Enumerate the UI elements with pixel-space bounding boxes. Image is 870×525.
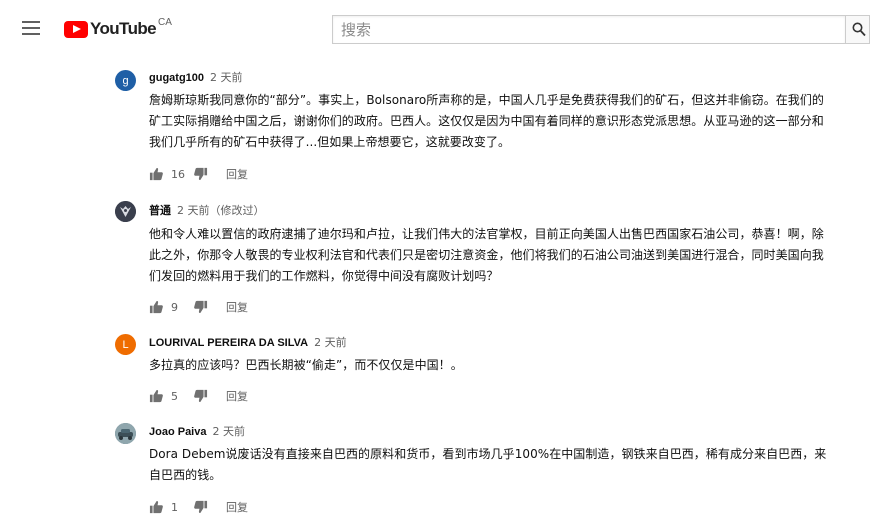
thumbs-up-icon[interactable] [149, 300, 164, 314]
like-count: 1 [171, 500, 178, 514]
comment-author[interactable]: 普通 [149, 205, 171, 217]
comment-text: 他和令人难以置信的政府逮捕了迪尔玛和卢拉，让我们伟大的法官掌权，目前正向美国人出… [149, 227, 824, 283]
top-bar: YouTube CA [0, 0, 870, 58]
avatar[interactable]: L [115, 334, 136, 355]
like-count: 9 [171, 300, 178, 314]
avatar[interactable]: g [115, 70, 136, 91]
avatar-emblem-icon [115, 201, 136, 222]
search-input[interactable] [332, 15, 845, 44]
comment-author[interactable]: Joao Paiva [149, 426, 206, 438]
youtube-logo[interactable]: YouTube CA [64, 18, 172, 40]
avatar[interactable] [115, 201, 136, 222]
reply-button[interactable]: 回复 [226, 388, 248, 404]
comment-time[interactable]: 2 天前 [212, 425, 245, 438]
reply-button[interactable]: 回复 [226, 166, 248, 182]
like-count: 5 [171, 389, 178, 403]
reply-button[interactable]: 回复 [226, 499, 248, 515]
avatar[interactable] [115, 423, 136, 444]
comment-time[interactable]: 2 天前（修改过） [177, 204, 265, 217]
logo-text: YouTube [90, 19, 157, 38]
search-bar [332, 15, 870, 44]
comment-time[interactable]: 2 天前 [210, 71, 243, 84]
thumbs-up-icon[interactable] [149, 500, 164, 514]
thumbs-down-icon[interactable] [193, 500, 208, 514]
hamburger-menu-icon[interactable] [22, 21, 40, 35]
like-count: 16 [171, 167, 185, 181]
comment-author[interactable]: gugatg100 [149, 72, 204, 84]
comment-author[interactable]: LOURIVAL PEREIRA DA SILVA [149, 337, 308, 349]
search-button[interactable] [845, 15, 870, 44]
thumbs-up-icon[interactable] [149, 167, 164, 181]
comment-text: 多拉真的应该吗？巴西长期被“偷走”，而不仅仅是中国！。 [149, 358, 463, 372]
thumbs-down-icon[interactable] [193, 300, 208, 314]
thumbs-down-icon[interactable] [193, 389, 208, 403]
region-code: CA [158, 17, 172, 28]
comment-text: 詹姆斯琼斯我同意你的“部分”。事实上，Bolsonaro所声称的是，中国人几乎是… [149, 93, 824, 149]
search-icon [852, 22, 866, 37]
thumbs-down-icon[interactable] [193, 167, 208, 181]
thumbs-up-icon[interactable] [149, 389, 164, 403]
comment-text: Dora Debem说废话没有直接来自巴西的原料和货币，看到市场几乎100%在中… [149, 447, 827, 482]
comment-time[interactable]: 2 天前 [314, 336, 347, 349]
reply-button[interactable]: 回复 [226, 299, 248, 315]
youtube-play-icon [64, 21, 88, 38]
avatar-photo-icon [115, 423, 136, 444]
